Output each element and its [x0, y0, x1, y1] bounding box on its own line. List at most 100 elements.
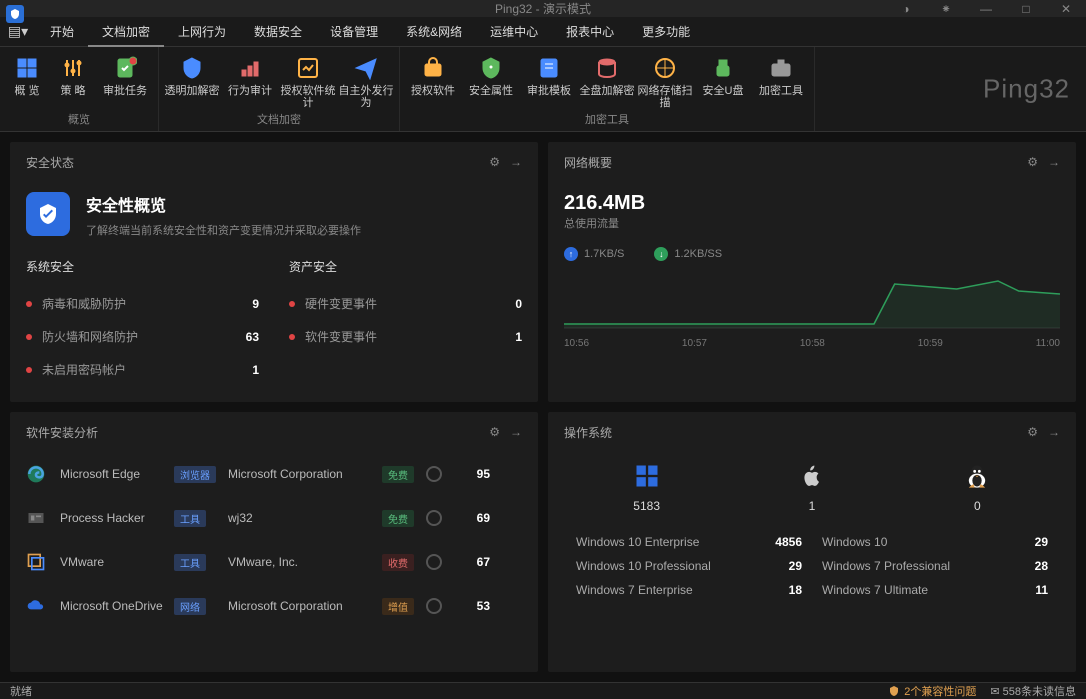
software-row[interactable]: Microsoft Edge 浏览器 Microsoft Corporation… [26, 452, 522, 496]
ribbon-button[interactable]: 透明加解密 [163, 51, 221, 109]
menu-tab[interactable]: 数据安全 [240, 17, 316, 47]
ribbon-button[interactable]: 审批任务 [96, 51, 154, 109]
ribbon-button[interactable]: 自主外发行为 [337, 51, 395, 109]
security-row[interactable]: 病毒和威胁防护9 [26, 287, 259, 320]
category-tag: 浏览器 [174, 466, 216, 483]
software-row[interactable]: Process Hacker 工具 wj32 免费 69 [26, 496, 522, 540]
os-value: 18 [762, 583, 802, 597]
minimize-button[interactable]: ― [966, 0, 1006, 23]
status-dot-icon [289, 301, 295, 307]
status-dot-icon [26, 334, 32, 340]
ribbon-button[interactable]: 授权软件 [404, 51, 462, 109]
arrow-right-icon[interactable]: → [1048, 425, 1060, 439]
os-summary-item[interactable]: 0 [963, 462, 991, 513]
approve-icon [112, 55, 138, 81]
ribbon-button[interactable]: 安全属性 [462, 51, 520, 109]
ribbon-group-label: 概览 [4, 109, 154, 129]
security-row[interactable]: 防火墙和网络防护 63 [26, 320, 259, 353]
security-row[interactable]: 软件变更事件1 [289, 320, 522, 353]
chart-xlabel: 10:56 [564, 338, 589, 349]
security-row-value: 0 [515, 297, 522, 311]
os-value: 11 [1008, 583, 1048, 597]
menu-tab[interactable]: 报表中心 [552, 17, 628, 47]
ribbon-button[interactable]: 安全U盘 [694, 51, 752, 109]
shield-icon [26, 192, 70, 236]
progress-ring-icon [426, 510, 442, 526]
arrow-right-icon[interactable]: → [510, 155, 522, 169]
ribbon-button[interactable]: 授权软件统计 [279, 51, 337, 109]
gear-icon[interactable]: ⚙ [489, 155, 500, 169]
security-row-label: 硬件变更事件 [305, 295, 377, 312]
progress-ring-icon [426, 598, 442, 614]
arrow-right-icon[interactable]: → [510, 425, 522, 439]
software-name: Process Hacker [60, 511, 170, 525]
os-summary-item[interactable]: 5183 [633, 462, 661, 513]
security-row[interactable]: 硬件变更事件 0 [289, 287, 522, 320]
os-value: 29 [762, 559, 802, 573]
menu-tab[interactable]: 系统&网络 [392, 17, 476, 47]
upload-icon: ↑ [564, 247, 578, 261]
license-tag: 免费 [382, 510, 414, 527]
os-name: Windows 10 Enterprise [576, 535, 742, 549]
ribbon-button-label: 安全属性 [469, 85, 513, 97]
gear-icon[interactable]: ⚙ [1027, 155, 1038, 169]
ribbon-button[interactable]: 概 览 [4, 51, 50, 109]
gear-icon[interactable]: ⚙ [1027, 425, 1038, 439]
menu-tab[interactable]: 文档加密 [88, 17, 164, 47]
ribbon-button[interactable]: 行为审计 [221, 51, 279, 109]
status-dot-icon [26, 367, 32, 373]
ribbon-button[interactable]: 网络存储扫描 [636, 51, 694, 109]
security-row[interactable]: 未启用密码帐户1 [26, 353, 259, 386]
help-icon[interactable]: ⁕ [926, 0, 966, 23]
software-icon [26, 552, 46, 572]
sys-safety-title: 系统安全 [26, 258, 259, 275]
compat-warning[interactable]: 2个兼容性问题 [888, 683, 976, 699]
unread-messages[interactable]: ✉ 558条未读信息 [990, 683, 1076, 699]
security-row-label: 防火墙和网络防护 [42, 328, 138, 345]
os-value: 29 [1008, 535, 1048, 549]
category-tag: 网络 [174, 598, 206, 615]
ribbon-group: 透明加解密行为审计授权软件统计自主外发行为文档加密 [159, 47, 400, 131]
software-row[interactable]: VMware 工具 VMware, Inc. 收费 67 [26, 540, 522, 584]
grid-icon [14, 55, 40, 81]
install-count: 95 [460, 467, 490, 481]
chart-xlabel: 10:57 [682, 338, 707, 349]
ribbon-button[interactable]: 策 略 [50, 51, 96, 109]
panel-software: 软件安装分析 ⚙ → Microsoft Edge 浏览器 Microsoft … [10, 412, 538, 672]
ribbon-button[interactable]: 全盘加解密 [578, 51, 636, 109]
panel-title: 软件安装分析 [26, 424, 98, 441]
menu-tab[interactable]: 更多功能 [628, 17, 704, 47]
ribbon-button[interactable]: 加密工具 [752, 51, 810, 109]
chart-xlabel: 10:58 [800, 338, 825, 349]
os-count: 0 [974, 499, 981, 513]
os-count: 5183 [633, 499, 660, 513]
auth-icon [420, 55, 446, 81]
asset-safety-title: 资产安全 [289, 258, 522, 275]
security-row-value: 63 [246, 330, 259, 344]
software-row[interactable]: Microsoft OneDrive 网络 Microsoft Corporat… [26, 584, 522, 628]
license-tag: 免费 [382, 466, 414, 483]
menu-tab[interactable]: 设备管理 [316, 17, 392, 47]
moon-icon[interactable]: ◑ [886, 0, 926, 23]
close-button[interactable]: ✕ [1046, 0, 1086, 23]
menu-tab[interactable]: 运维中心 [476, 17, 552, 47]
software-vendor: wj32 [228, 511, 378, 525]
os-name: Windows 10 Professional [576, 559, 742, 573]
software-icon [26, 508, 46, 528]
os-summary-item[interactable]: 1 [798, 462, 826, 513]
ribbon-button-label: 自主外发行为 [337, 85, 395, 109]
status-text: 就绪 [10, 683, 32, 699]
os-count: 1 [809, 499, 816, 513]
arrow-right-icon[interactable]: → [1048, 155, 1060, 169]
security-row-label: 病毒和威胁防护 [42, 295, 126, 312]
ribbon-button-label: 透明加解密 [165, 85, 220, 97]
ribbon-button-label: 全盘加解密 [580, 85, 635, 97]
menu-tab[interactable]: 开始 [36, 17, 88, 47]
security-hero-title: 安全性概览 [86, 192, 361, 216]
window-controls: ◑ ⁕ ― □ ✕ [886, 0, 1086, 23]
menu-tab[interactable]: 上网行为 [164, 17, 240, 47]
ribbon-button[interactable]: 审批模板 [520, 51, 578, 109]
maximize-button[interactable]: □ [1006, 0, 1046, 23]
gear-icon[interactable]: ⚙ [489, 425, 500, 439]
traffic-chart: 10:5610:5710:5810:5911:00 [564, 269, 1060, 349]
